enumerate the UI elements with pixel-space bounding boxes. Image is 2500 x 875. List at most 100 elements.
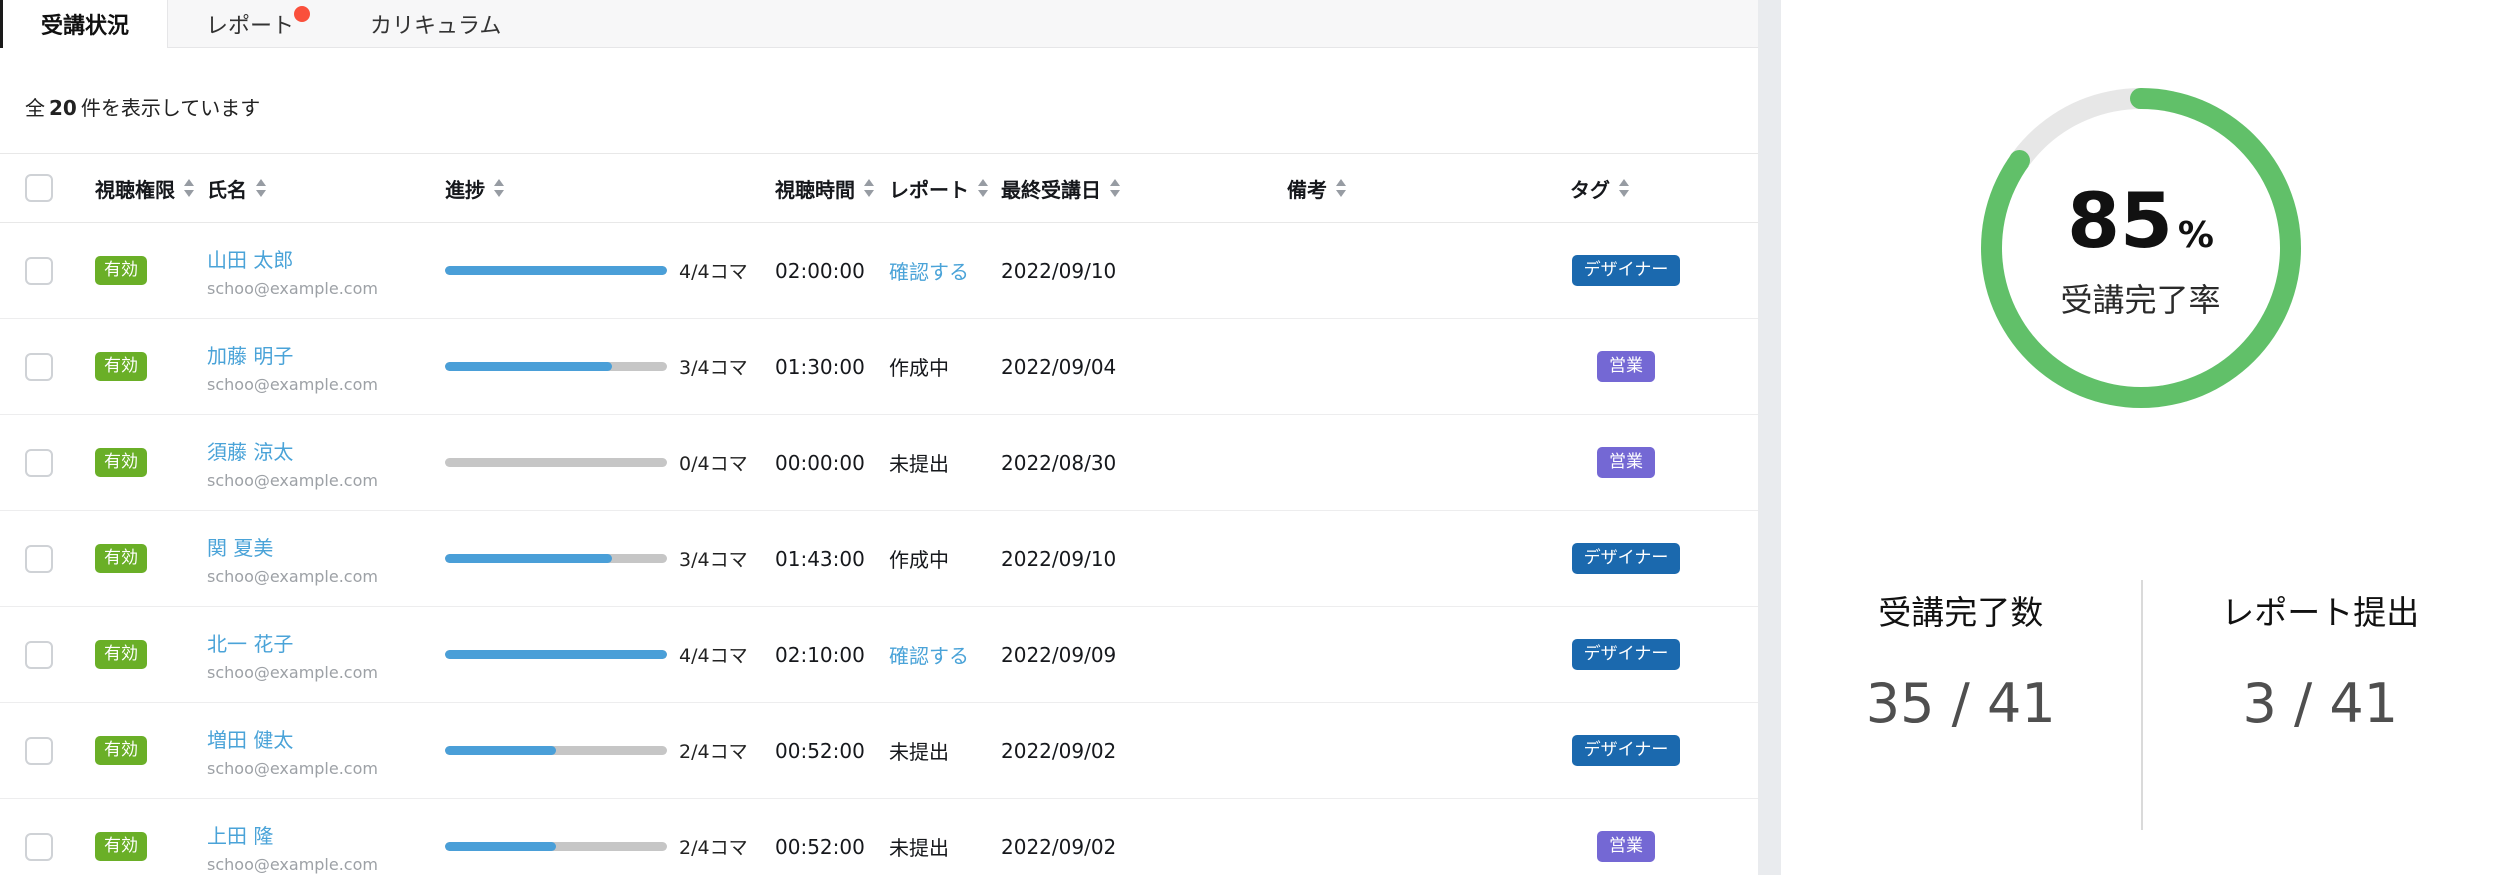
tag-cell: 営業 xyxy=(1570,831,1682,862)
sort-header-progress[interactable]: 進捗 xyxy=(445,174,775,203)
attendance-table: 視聴権限 氏名進捗 視聴時間レポート 最終受講日 備考 タグ 有効 山田 太郎 schoo@e… xyxy=(0,153,1758,875)
report-status[interactable]: 確認する xyxy=(889,256,1001,285)
column-label: 視聴権限 xyxy=(95,174,175,203)
table-body: 有効山田 太郎schoo@example.com4/4コマ02:00:00確認す… xyxy=(0,223,1758,875)
progress-label: 0/4コマ xyxy=(679,449,748,476)
report-status: 未提出 xyxy=(889,448,1001,477)
percent-number: 85 xyxy=(2067,176,2173,265)
sort-header-permission[interactable]: 視聴権限 xyxy=(95,174,207,203)
student-name-link[interactable]: 加藤 明子 xyxy=(207,340,293,369)
student-email: schoo@example.com xyxy=(207,663,378,682)
student-name-link[interactable]: 山田 太郎 xyxy=(207,244,293,273)
row-checkbox[interactable] xyxy=(25,737,53,765)
progress-fill xyxy=(445,746,556,755)
progress-fill xyxy=(445,650,667,659)
permission-badge: 有効 xyxy=(95,256,147,285)
student-name-link[interactable]: 須藤 涼太 xyxy=(207,436,293,465)
student-name-link[interactable]: 上田 隆 xyxy=(207,820,273,849)
last-attended-date: 2022/09/10 xyxy=(1001,259,1287,283)
progress-bar xyxy=(445,842,667,851)
column-label: 最終受講日 xyxy=(1001,174,1101,203)
sort-header-note[interactable]: 備考 xyxy=(1287,174,1570,203)
permission-badge: 有効 xyxy=(95,544,147,573)
stat-completed-count: 受講完了数 35 / 41 xyxy=(1781,580,2141,830)
sort-icon xyxy=(978,179,988,197)
tag-badge: デザイナー xyxy=(1572,543,1681,574)
table-row: 有効関 夏美schoo@example.com3/4コマ01:43:00作成中2… xyxy=(0,511,1758,607)
student-email: schoo@example.com xyxy=(207,855,378,874)
watch-time: 00:52:00 xyxy=(775,835,889,859)
report-status: 作成中 xyxy=(889,352,1001,381)
last-attended-date: 2022/09/04 xyxy=(1001,355,1287,379)
sort-header-name[interactable]: 氏名 xyxy=(207,174,445,203)
tab-attendance-status[interactable]: 受講状況 xyxy=(0,0,168,48)
sort-header-time[interactable]: 視聴時間 xyxy=(775,174,889,203)
last-attended-date: 2022/09/02 xyxy=(1001,835,1287,859)
permission-badge: 有効 xyxy=(95,352,147,381)
column-label: 備考 xyxy=(1287,174,1327,203)
row-checkbox[interactable] xyxy=(25,257,53,285)
sort-icon xyxy=(1110,179,1120,197)
progress-fill xyxy=(445,842,556,851)
student-email: schoo@example.com xyxy=(207,567,378,586)
tag-badge: デザイナー xyxy=(1572,735,1681,766)
student-name-link[interactable]: 関 夏美 xyxy=(207,532,273,561)
tag-cell: 営業 xyxy=(1570,351,1682,382)
sort-header-tag[interactable]: タグ xyxy=(1570,174,1758,203)
student-name-link[interactable]: 北一 花子 xyxy=(207,628,293,657)
tag-cell: 営業 xyxy=(1570,447,1682,478)
row-checkbox[interactable] xyxy=(25,449,53,477)
stats-divider xyxy=(2141,580,2143,830)
tab-report[interactable]: レポート xyxy=(168,0,332,47)
tag-badge: 営業 xyxy=(1597,447,1655,478)
stat-label: レポート提出 xyxy=(2221,586,2419,634)
sort-header-last-date[interactable]: 最終受講日 xyxy=(1001,174,1287,203)
sort-icon xyxy=(1619,179,1629,197)
report-status: 未提出 xyxy=(889,832,1001,861)
last-attended-date: 2022/09/02 xyxy=(1001,739,1287,763)
watch-time: 02:10:00 xyxy=(775,643,889,667)
progress-label: 3/4コマ xyxy=(679,353,748,380)
progress-bar xyxy=(445,458,667,467)
select-all-checkbox[interactable] xyxy=(25,174,53,202)
table-row: 有効増田 健太schoo@example.com2/4コマ00:52:00未提出… xyxy=(0,703,1758,799)
student-name-link[interactable]: 増田 健太 xyxy=(207,724,293,753)
donut-center: 85 % 受講完了率 xyxy=(2002,109,2280,387)
progress-fill xyxy=(445,362,612,371)
count-value: 20 xyxy=(49,96,77,120)
row-checkbox[interactable] xyxy=(25,545,53,573)
last-attended-date: 2022/09/09 xyxy=(1001,643,1287,667)
column-label: 進捗 xyxy=(445,174,485,203)
tag-cell: デザイナー xyxy=(1570,255,1682,286)
progress-bar xyxy=(445,266,667,275)
report-status[interactable]: 確認する xyxy=(889,640,1001,669)
tag-cell: デザイナー xyxy=(1570,639,1682,670)
watch-time: 02:00:00 xyxy=(775,259,889,283)
last-attended-date: 2022/09/10 xyxy=(1001,547,1287,571)
student-email: schoo@example.com xyxy=(207,279,378,298)
tag-badge: 営業 xyxy=(1597,351,1655,382)
table-row: 有効北一 花子schoo@example.com4/4コマ02:10:00確認す… xyxy=(0,607,1758,703)
summary-panel: 85 % 受講完了率 受講完了数 35 / 41 レポート提出 3 / 41 xyxy=(1781,0,2500,875)
row-checkbox[interactable] xyxy=(25,641,53,669)
tag-badge: デザイナー xyxy=(1572,255,1681,286)
last-attended-date: 2022/08/30 xyxy=(1001,451,1287,475)
tag-cell: デザイナー xyxy=(1570,735,1682,766)
donut-caption: 受講完了率 xyxy=(2060,275,2220,321)
table-row: 有効須藤 涼太schoo@example.com0/4コマ00:00:00未提出… xyxy=(0,415,1758,511)
table-row: 有効加藤 明子schoo@example.com3/4コマ01:30:00作成中… xyxy=(0,319,1758,415)
student-email: schoo@example.com xyxy=(207,759,378,778)
stat-report-submitted: レポート提出 3 / 41 xyxy=(2141,580,2500,830)
progress-label: 2/4コマ xyxy=(679,737,748,764)
header-checkbox-cell xyxy=(25,174,95,202)
column-label: レポート xyxy=(889,174,969,203)
sort-header-report[interactable]: レポート xyxy=(889,174,1001,203)
tag-cell: デザイナー xyxy=(1570,543,1682,574)
row-checkbox[interactable] xyxy=(25,353,53,381)
completion-percent: 85 % xyxy=(2067,176,2214,265)
tab-curriculum[interactable]: カリキュラム xyxy=(332,0,539,47)
permission-badge: 有効 xyxy=(95,640,147,669)
sort-icon xyxy=(1336,179,1346,197)
row-checkbox[interactable] xyxy=(25,833,53,861)
table-header-row: 視聴権限 氏名進捗 視聴時間レポート 最終受講日 備考 タグ xyxy=(0,153,1758,223)
